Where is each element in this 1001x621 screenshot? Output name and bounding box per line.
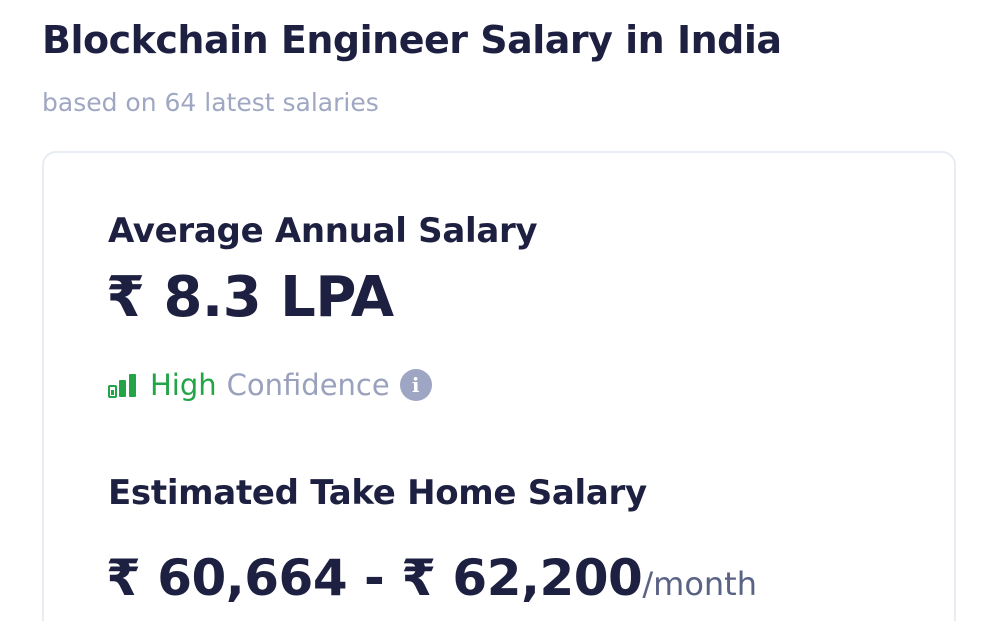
average-salary-label: Average Annual Salary xyxy=(108,211,538,251)
average-salary-value: ₹ 8.3 LPA xyxy=(106,265,394,330)
page-title: Blockchain Engineer Salary in India xyxy=(42,18,782,62)
take-home-label: Estimated Take Home Salary xyxy=(108,473,647,513)
info-icon[interactable]: i xyxy=(399,369,432,401)
bar-chart-icon xyxy=(108,372,138,398)
take-home-range: ₹ 60,664 - ₹ 62,200 xyxy=(106,549,643,607)
confidence-indicator: High Confidence i xyxy=(108,365,432,405)
take-home-unit: /month xyxy=(642,565,757,603)
page-subtitle: based on 64 latest salaries xyxy=(42,88,379,117)
salary-page: Blockchain Engineer Salary in India base… xyxy=(0,0,1001,621)
confidence-level: High xyxy=(150,368,217,402)
take-home-value: ₹ 60,664 - ₹ 62,200/month xyxy=(106,549,757,607)
salary-card: Average Annual Salary ₹ 8.3 LPA High Con… xyxy=(42,151,956,621)
confidence-word: Confidence xyxy=(226,368,390,402)
